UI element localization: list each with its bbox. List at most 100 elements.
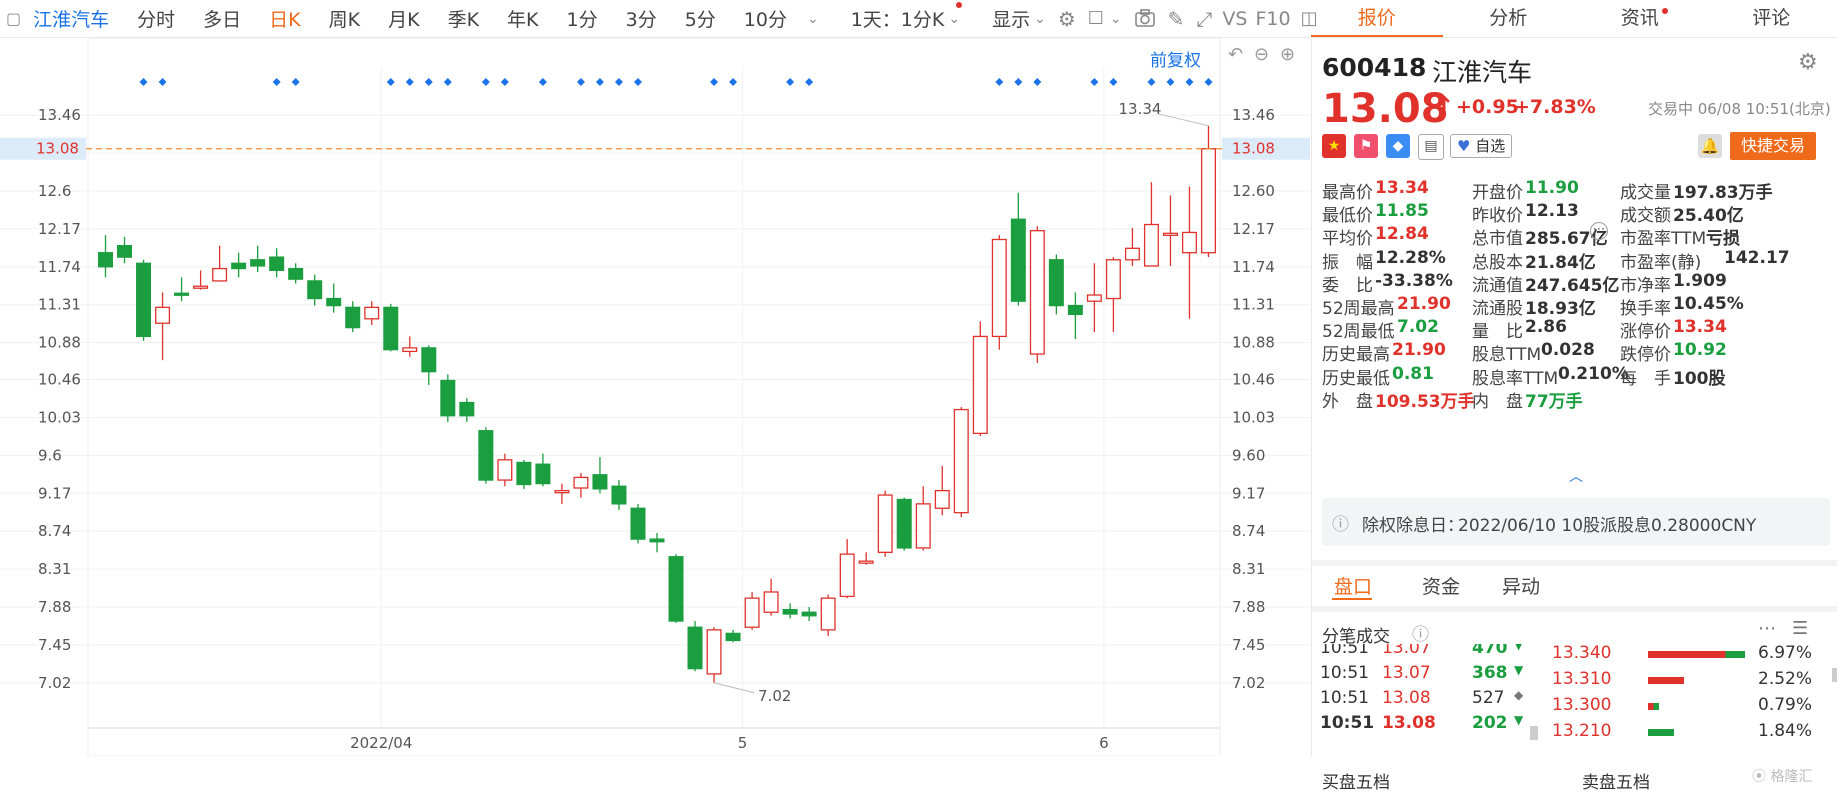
candle-body[interactable] [802,612,816,616]
candle-body[interactable] [156,307,170,323]
candle-body[interactable] [726,633,740,640]
event-marker-icon[interactable] [292,78,300,86]
adjust-mode-button[interactable]: 前复权 [1150,46,1201,71]
event-marker-icon[interactable] [615,78,623,86]
candle-body[interactable] [1030,231,1044,354]
undo-icon[interactable]: ↶ [1228,44,1243,65]
event-marker-icon[interactable] [140,78,148,86]
candle-body[interactable] [954,410,968,513]
event-marker-icon[interactable] [1185,78,1193,86]
period-tab[interactable]: 日K [255,5,314,32]
candle-body[interactable] [213,269,227,281]
candle-body[interactable] [308,281,322,299]
tab-comments[interactable]: 评论 [1706,0,1837,37]
candle-body[interactable] [365,307,379,318]
candle-body[interactable] [270,257,284,270]
zoom-out-icon[interactable]: ⊖ [1254,44,1269,65]
period-tab[interactable]: 3分 [612,5,671,32]
event-marker-icon[interactable] [729,78,737,86]
candle-body[interactable] [289,269,303,280]
candle-body[interactable] [1183,232,1197,252]
event-marker-icon[interactable] [539,78,547,86]
candle-body[interactable] [118,246,132,257]
add-watchlist-button[interactable]: ♥ 自选 [1450,134,1512,158]
candle-body[interactable] [441,380,455,415]
candle-body[interactable] [175,293,189,295]
chevron-down-icon[interactable]: ⌄ [807,8,819,30]
period-tab[interactable]: 月K [374,5,433,32]
event-marker-icon[interactable] [786,78,794,86]
candle-body[interactable] [251,260,265,266]
event-marker-icon[interactable] [273,78,281,86]
event-marker-icon[interactable] [1166,78,1174,86]
kline-chart-svg[interactable]: 13.4613.4613.0313.0312.612.6012.1712.171… [0,38,1310,756]
event-marker-icon[interactable] [1090,78,1098,86]
candle-body[interactable] [916,504,930,548]
more-icon[interactable]: ⋯ [1758,618,1776,639]
candle-body[interactable] [840,554,854,596]
candle-body[interactable] [631,508,645,539]
tab-order-book[interactable]: 盘口 [1334,572,1372,599]
tab-funds[interactable]: 资金 [1422,572,1460,599]
period-tab[interactable]: 10分 [730,5,801,32]
event-marker-icon[interactable] [387,78,395,86]
event-marker-icon[interactable] [634,78,642,86]
candle-body[interactable] [99,253,113,267]
candle-body[interactable] [194,286,208,288]
event-marker-icon[interactable] [577,78,585,86]
candle-body[interactable] [745,598,759,627]
settings-gear-icon[interactable]: ⚙ [1798,50,1818,75]
candle-body[interactable] [555,491,569,493]
candle-body[interactable] [479,431,493,480]
period-tab[interactable]: 分时 [123,5,189,32]
event-marker-icon[interactable] [425,78,433,86]
candle-body[interactable] [1088,295,1102,301]
tab-analysis[interactable]: 分析 [1443,0,1575,37]
candle-body[interactable] [973,336,987,433]
event-marker-icon[interactable] [1014,78,1022,86]
candle-body[interactable] [1050,260,1064,306]
candle-body[interactable] [593,475,607,489]
candle-body[interactable] [422,348,436,372]
event-marker-icon[interactable] [444,78,452,86]
candle-body[interactable] [897,499,911,547]
candle-body[interactable] [688,627,702,668]
kline-chart[interactable]: 13.4613.4613.0313.0312.612.6012.1712.171… [0,38,1310,756]
ticks-info-icon[interactable]: ⓘ [1412,620,1429,645]
zoom-in-icon[interactable]: ⊕ [1280,44,1295,65]
event-marker-icon[interactable] [501,78,509,86]
candle-body[interactable] [878,495,892,552]
stats-expand-icon[interactable]: ︿ [1569,466,1583,486]
candle-body[interactable] [669,557,683,621]
candle-body[interactable] [783,610,797,614]
tab-news[interactable]: 资讯 [1574,0,1706,37]
fullscreen-icon[interactable]: ⤢ [1196,8,1212,30]
candle-body[interactable] [1126,248,1140,259]
candle-body[interactable] [327,299,341,306]
chevron-down-icon[interactable]: ⌄ [948,8,960,30]
period-tab[interactable]: 5分 [671,5,730,32]
event-marker-icon[interactable] [1033,78,1041,86]
candle-body[interactable] [1202,149,1216,253]
tab-quote[interactable]: 报价 [1311,0,1443,37]
candle-body[interactable] [650,539,664,542]
period-tab[interactable]: 1分 [553,5,612,32]
event-marker-icon[interactable] [482,78,490,86]
event-marker-icon[interactable] [159,78,167,86]
camera-icon[interactable] [1134,8,1156,30]
event-marker-icon[interactable] [1204,78,1212,86]
pencil-icon[interactable]: ✎ [1168,8,1185,30]
candle-body[interactable] [1145,225,1159,266]
event-marker-icon[interactable] [710,78,718,86]
interval-combo[interactable]: 1天：1分K [837,5,949,32]
candle-body[interactable] [707,630,721,674]
candle-body[interactable] [403,348,417,352]
candle-body[interactable] [574,477,588,488]
quick-trade-button[interactable]: 快捷交易 [1730,132,1816,160]
f10-button[interactable]: F10 [1251,8,1294,30]
vs-button[interactable]: VS [1218,8,1251,30]
event-marker-icon[interactable] [995,78,1003,86]
chevron-down-icon[interactable]: ⌄ [1034,8,1046,30]
candle-body[interactable] [232,263,246,268]
checkbox-icon[interactable]: ☐ [1088,8,1104,30]
